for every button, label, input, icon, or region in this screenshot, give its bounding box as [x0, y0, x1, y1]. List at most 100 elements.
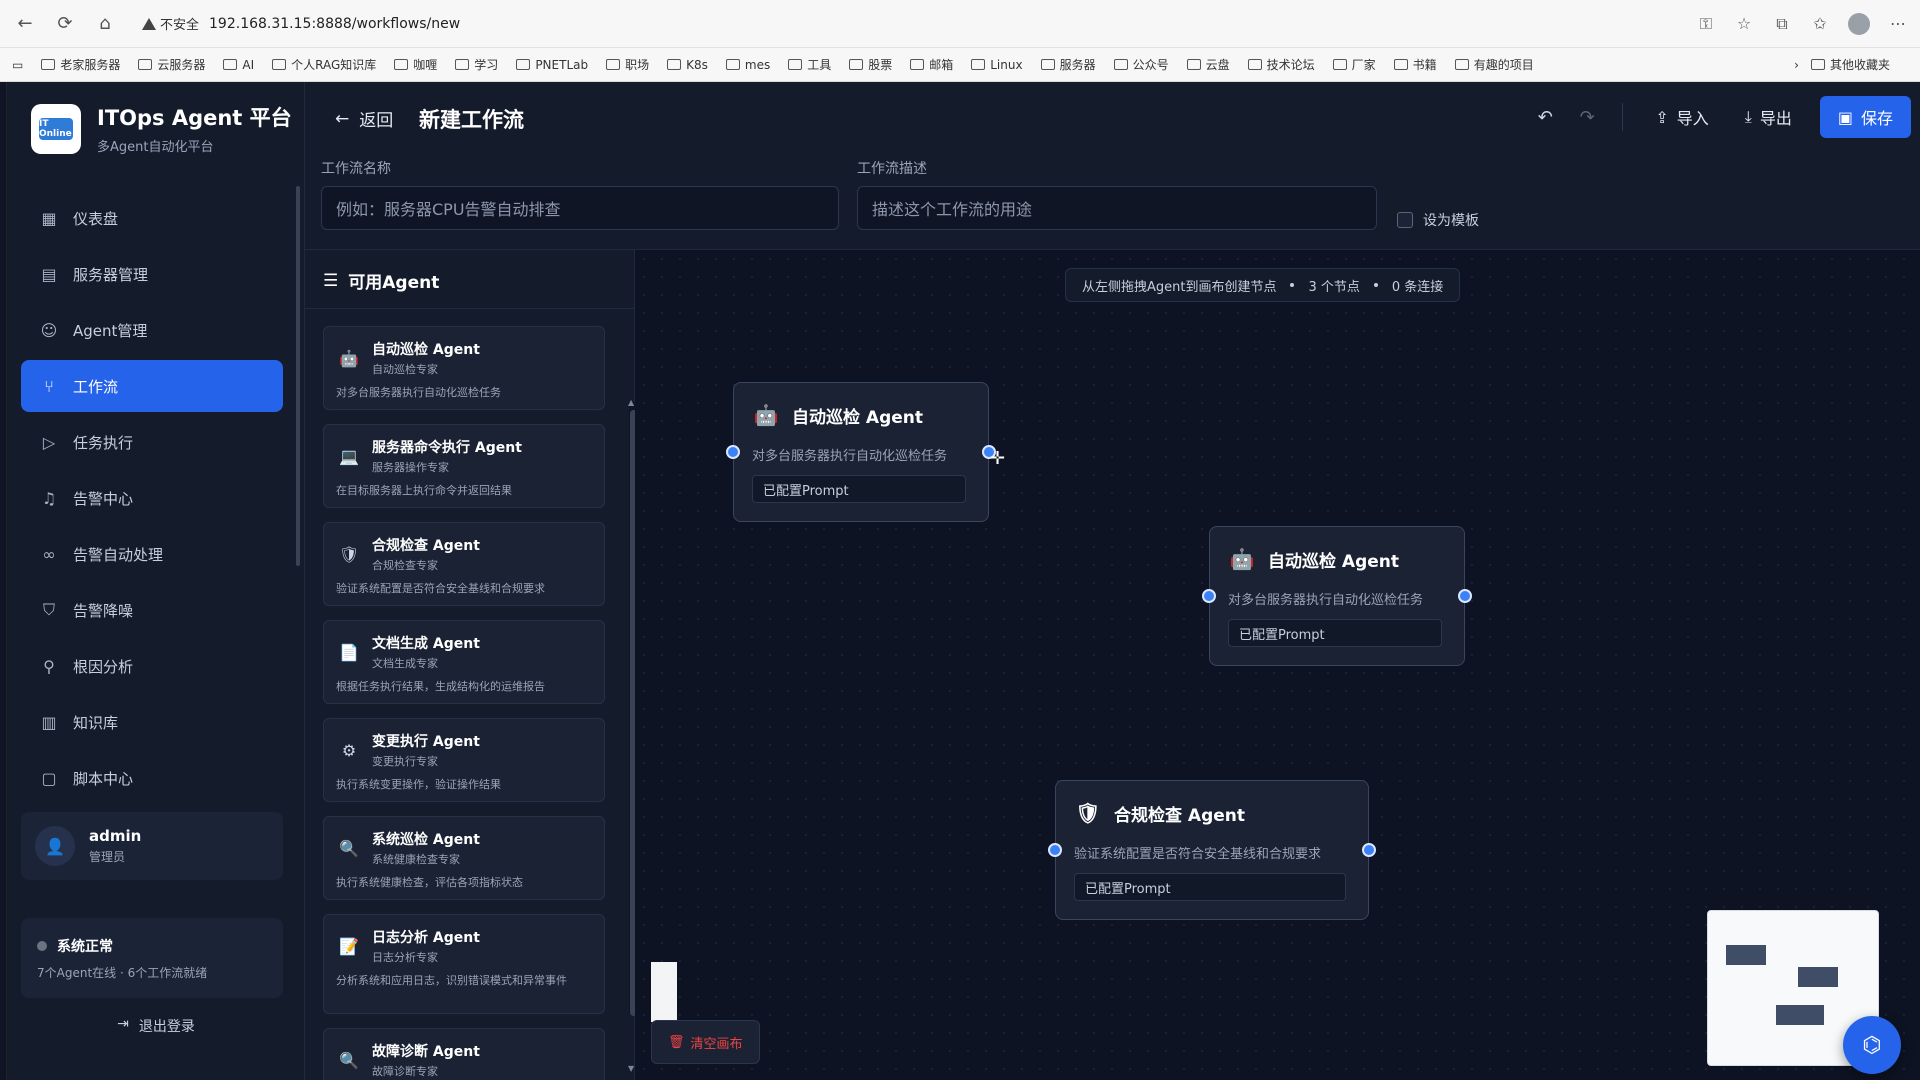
- more-icon[interactable]: ⋯: [1888, 14, 1908, 34]
- bookmark-item[interactable]: 书籍: [1393, 56, 1437, 73]
- agent-panel-title: ☰ 可用Agent: [323, 270, 440, 294]
- favorites-icon[interactable]: ✩: [1810, 14, 1830, 34]
- back-button[interactable]: ← 返回: [335, 106, 393, 132]
- agent-card[interactable]: 🔍 故障诊断 Agent 故障诊断专家: [323, 1028, 605, 1080]
- node-input-handle[interactable]: [1202, 589, 1216, 603]
- bookmark-item[interactable]: 咖喱: [394, 56, 437, 73]
- robot-icon: 🤖: [1229, 547, 1255, 571]
- workflow-canvas[interactable]: 从左侧拖拽Agent到画布创建节点 3 个节点 0 条连接 🤖 自动巡检 Agen…: [635, 250, 1920, 1080]
- bookmark-item[interactable]: 厂家: [1332, 56, 1376, 73]
- clear-canvas-button[interactable]: 🗑 清空画布: [651, 1020, 760, 1064]
- scroll-up-icon[interactable]: ▲: [628, 398, 634, 407]
- profile-avatar[interactable]: [1848, 12, 1870, 35]
- bookmark-item[interactable]: PNETLab: [516, 56, 588, 73]
- url-text: 192.168.31.15:8888/workflows/new: [209, 15, 461, 32]
- checkbox-box[interactable]: [1397, 212, 1413, 228]
- save-button[interactable]: ▣ 保存: [1819, 96, 1911, 138]
- bookmark-item[interactable]: AI: [223, 56, 254, 73]
- bookmark-item[interactable]: 邮箱: [910, 56, 953, 73]
- bookmark-item[interactable]: 云服务器: [138, 56, 205, 73]
- agent-card[interactable]: 📝 日志分析 Agent 日志分析专家 分析系统和应用日志，识别错误模式和异常事件: [323, 914, 605, 1014]
- brand[interactable]: IT Online ITOps Agent 平台 多Agent自动化平台: [31, 102, 292, 155]
- undo-icon[interactable]: ↶: [1524, 96, 1566, 138]
- bookmark-item[interactable]: 云盘: [1186, 56, 1230, 73]
- logout-button[interactable]: ⇥ 退出登录: [7, 1016, 305, 1036]
- bookmark-item[interactable]: 个人RAG知识库: [272, 56, 376, 73]
- agent-card[interactable]: ⚙ 变更执行 Agent 变更执行专家 执行系统变更操作，验证操作结果: [323, 718, 605, 802]
- sidebar-item-1[interactable]: ▤ 服务器管理: [21, 248, 283, 300]
- agent-card[interactable]: 💻 服务器命令执行 Agent 服务器操作专家 在目标服务器上执行命令并返回结果: [323, 424, 605, 508]
- workflow-node[interactable]: 🤖 自动巡检 Agent 对多台服务器执行自动化巡检任务 已配置Prompt: [1209, 526, 1465, 666]
- sidebar-item-0[interactable]: ▦ 仪表盘: [21, 192, 283, 244]
- sidebar-item-5[interactable]: ♫ 告警中心: [21, 472, 283, 524]
- reload-icon[interactable]: ⟳: [52, 11, 78, 37]
- import-button[interactable]: ⇪ 导入: [1637, 96, 1726, 138]
- agent-card[interactable]: 🔍 系统巡检 Agent 系统健康检查专家 执行系统健康检查，评估各项指标状态: [323, 816, 605, 900]
- bookmark-item[interactable]: mes: [725, 56, 770, 73]
- template-checkbox[interactable]: 设为模板: [1397, 210, 1479, 230]
- robot-icon: 🤖: [339, 348, 359, 368]
- redo-icon[interactable]: ↷: [1566, 96, 1608, 138]
- sidebar-item-4[interactable]: ▷ 任务执行: [21, 416, 283, 468]
- bookmark-item[interactable]: K8s: [667, 56, 708, 73]
- agent-card[interactable]: 📄 文档生成 Agent 文档生成专家 根据任务执行结果，生成结构化的运维报告: [323, 620, 605, 704]
- bookmark-item[interactable]: 有趣的项目: [1454, 56, 1534, 73]
- security-warning[interactable]: 不安全: [142, 14, 199, 33]
- bookmark-item[interactable]: 老家服务器: [41, 56, 120, 73]
- key-icon[interactable]: ⚿: [1696, 14, 1716, 34]
- brand-title: ITOps Agent 平台: [97, 106, 292, 130]
- sidebar-item-7[interactable]: ⛉ 告警降噪: [21, 584, 283, 636]
- bookmark-item[interactable]: 股票: [849, 56, 892, 73]
- assistant-button[interactable]: ⌬: [1843, 1016, 1901, 1074]
- folder-icon: [223, 59, 238, 70]
- address-bar[interactable]: 不安全 192.168.31.15:8888/workflows/new: [132, 8, 1682, 40]
- node-input-handle[interactable]: [1048, 843, 1062, 857]
- workflow-node[interactable]: 🤖 自动巡检 Agent 对多台服务器执行自动化巡检任务 已配置Prompt: [733, 382, 989, 522]
- user-name: admin: [89, 827, 142, 845]
- star-icon[interactable]: ☆: [1734, 14, 1754, 34]
- node-prompt-status[interactable]: 已配置Prompt: [1074, 873, 1346, 901]
- agent-card[interactable]: 🛡 合规检查 Agent 合规检查专家 验证系统配置是否符合安全基线和合规要求: [323, 522, 605, 606]
- node-output-handle[interactable]: [1458, 589, 1472, 603]
- bookmark-item[interactable]: 公众号: [1113, 56, 1169, 73]
- save-icon: ▣: [1837, 107, 1853, 127]
- sidebar-item-10[interactable]: ▢ 脚本中心: [21, 752, 283, 804]
- bookmark-item[interactable]: 技术论坛: [1247, 56, 1315, 73]
- node-output-handle[interactable]: [1362, 843, 1376, 857]
- gear-icon: ⚙: [341, 740, 357, 760]
- bookmark-other[interactable]: 其他收藏夹: [1810, 56, 1890, 73]
- workflow-name-input[interactable]: 例如：服务器CPU告警自动排查: [321, 186, 839, 230]
- home-icon[interactable]: ⌂: [92, 11, 118, 37]
- agent-list: 🤖 自动巡检 Agent 自动巡检专家 对多台服务器执行自动化巡检任务 💻 服务器命令执行…: [323, 326, 605, 1080]
- bookmark-item[interactable]: 职场: [606, 56, 649, 73]
- user-card[interactable]: 👤 admin 管理员: [21, 812, 283, 880]
- back-arrow-icon[interactable]: ←: [12, 11, 38, 37]
- agent-card[interactable]: 🤖 自动巡检 Agent 自动巡检专家 对多台服务器执行自动化巡检任务: [323, 326, 605, 410]
- bookmark-item[interactable]: 服务器: [1040, 56, 1096, 73]
- file-icon: ▢: [41, 768, 57, 788]
- extensions-icon[interactable]: ⧉: [1772, 14, 1792, 34]
- folder-icon: [725, 59, 740, 70]
- magnifier-icon: 🔍: [339, 838, 359, 858]
- sidebar-item-8[interactable]: ⚲ 根因分析: [21, 640, 283, 692]
- bookmark-apps-icon[interactable]: ▭: [12, 58, 23, 72]
- workflow-header: ← 返回 新建工作流 ↶ ↷ ⇪ 导入 ⤓ 导出 ▣ 保存 工作流名称 例如：服务器C…: [305, 82, 1920, 250]
- play-icon: ▷: [42, 432, 56, 452]
- bookmark-item[interactable]: 工具: [788, 56, 831, 73]
- sidebar-item-9[interactable]: ▥ 知识库: [21, 696, 283, 748]
- node-prompt-status[interactable]: 已配置Prompt: [1228, 619, 1442, 647]
- export-button[interactable]: ⤓ 导出: [1727, 96, 1810, 138]
- sidebar-item-6[interactable]: ∞ 告警自动处理: [21, 528, 283, 580]
- folder-icon: [788, 59, 803, 70]
- sidebar-item-2[interactable]: ☺ Agent管理: [21, 304, 283, 356]
- bookmark-chevron-icon[interactable]: ›: [1794, 58, 1799, 72]
- bookmark-item[interactable]: Linux: [971, 56, 1023, 73]
- node-prompt-status[interactable]: 已配置Prompt: [752, 475, 966, 503]
- workflow-desc-input[interactable]: 描述这个工作流的用途: [857, 186, 1377, 230]
- sidebar-scrollbar[interactable]: [296, 186, 300, 566]
- node-input-handle[interactable]: [726, 445, 740, 459]
- scroll-down-icon[interactable]: ▼: [628, 1064, 634, 1073]
- sidebar-item-3[interactable]: ⑂ 工作流: [21, 360, 283, 412]
- workflow-node[interactable]: 🛡 合规检查 Agent 验证系统配置是否符合安全基线和合规要求 已配置Promp…: [1055, 780, 1369, 920]
- bookmark-item[interactable]: 学习: [455, 56, 498, 73]
